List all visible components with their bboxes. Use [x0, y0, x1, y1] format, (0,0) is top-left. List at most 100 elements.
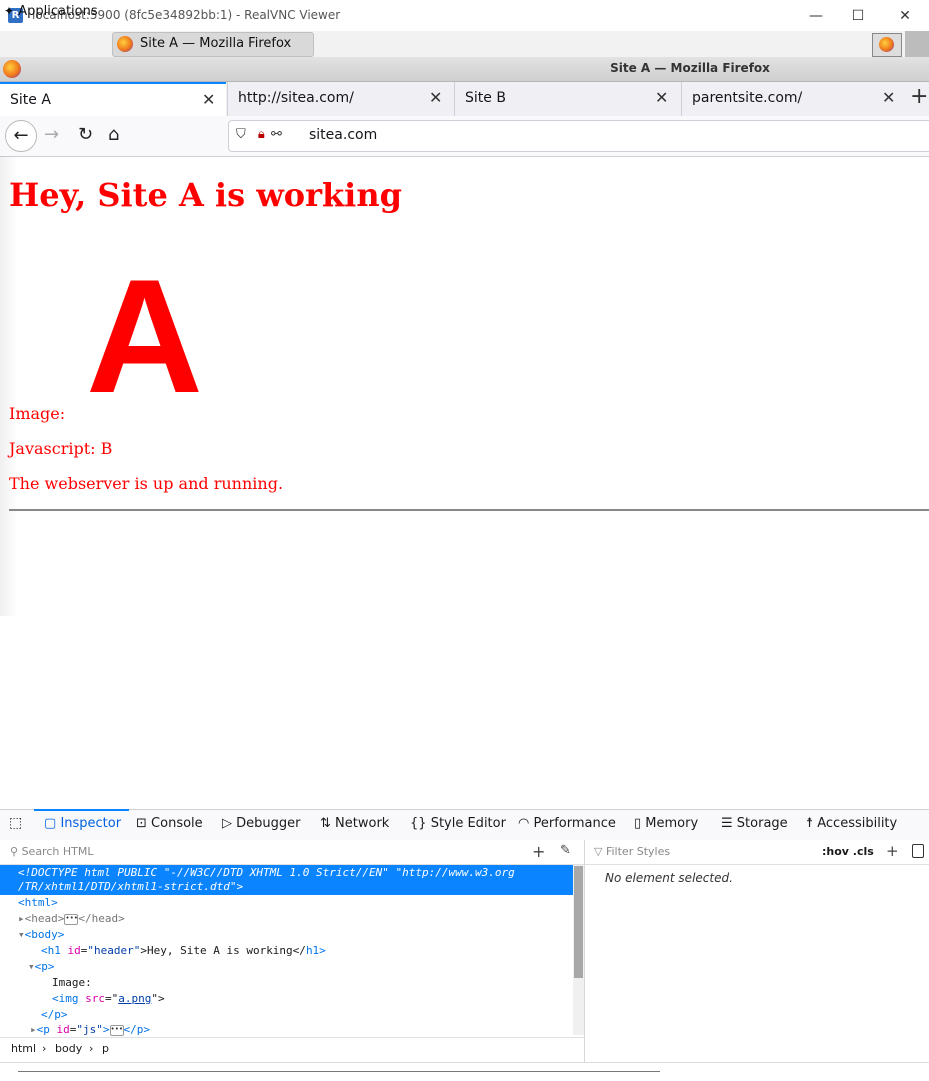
filter-styles-input[interactable]: ▽ Filter Styles [594, 845, 670, 858]
tag-text: </p> [123, 1023, 151, 1036]
new-tab-button[interactable]: + [910, 84, 928, 109]
memory-icon: ▯ [634, 816, 642, 831]
collapsed-ellipsis-icon[interactable]: ••• [109, 1024, 124, 1036]
markup-scrollbar-thumb[interactable] [574, 866, 583, 978]
devtools-tab-debugger[interactable]: ▷ Debugger [222, 816, 301, 831]
shield-icon[interactable]: ⛉ [236, 127, 246, 142]
markup-html-node[interactable]: <html> [18, 896, 58, 909]
firefox-window-title: Site A — Mozilla Firefox [610, 61, 770, 75]
network-icon: ⇅ [320, 816, 331, 831]
tag-text: <body> [24, 928, 65, 941]
minimize-button[interactable]: — [806, 6, 826, 26]
devtools-tab-inspector[interactable]: ▢ Inspector [44, 816, 121, 831]
markup-p-close: </p> [41, 1008, 68, 1021]
tab-label: http://sitea.com/ [238, 90, 354, 106]
close-tab-icon[interactable]: ✕ [882, 88, 895, 107]
search-placeholder: Search HTML [21, 845, 94, 858]
forward-arrow-icon[interactable]: → [44, 124, 59, 145]
storage-icon: ☰ [721, 816, 733, 831]
tab-label: Inspector [60, 816, 122, 831]
site-a-image: A [86, 246, 203, 427]
attr-value-link[interactable]: a.png [118, 992, 151, 1005]
tab-label: Site B [465, 90, 506, 106]
breadcrumb-html[interactable]: html [11, 1042, 36, 1055]
close-tab-icon[interactable]: ✕ [655, 88, 668, 107]
tab-label: Memory [645, 816, 699, 831]
breadcrumb-p[interactable]: p [102, 1042, 109, 1055]
devtools-tab-style-editor[interactable]: {} Style Editor [410, 816, 506, 831]
markup-p-node[interactable]: ▾<p> [28, 960, 55, 973]
tag-text: <img [52, 992, 79, 1005]
url-text[interactable]: sitea.com [309, 127, 377, 143]
tag-text: <p> [34, 960, 55, 973]
tab-label: Performance [533, 816, 616, 831]
taskbar-firefox-label: Site A — Mozilla Firefox [140, 36, 292, 51]
applications-menu-icon: ✦ [4, 4, 15, 18]
tab-label: Storage [736, 816, 788, 831]
filter-placeholder: Filter Styles [605, 845, 671, 858]
active-tab-indicator [34, 809, 129, 811]
tag-text: <p [36, 1023, 50, 1036]
tab-site-a[interactable]: Site A ✕ [0, 82, 226, 116]
devtools-tab-storage[interactable]: ☰ Storage [721, 816, 788, 831]
reload-icon[interactable]: ↻ [78, 124, 93, 145]
tag-end: "> [151, 992, 165, 1005]
close-tab-icon[interactable]: ✕ [429, 88, 442, 107]
tag-text: </head> [78, 912, 125, 925]
tray-firefox-button[interactable] [872, 33, 902, 57]
add-rule-button[interactable]: + [886, 842, 899, 860]
collapse-arrow-icon[interactable]: ▾ [18, 928, 25, 941]
devtools-tab-console[interactable]: ⊡ Console [136, 816, 203, 831]
close-window-button[interactable]: ✕ [895, 6, 915, 26]
markup-body-node[interactable]: ▾<body> [18, 928, 64, 941]
eyedropper-icon[interactable]: ✎ [560, 843, 571, 858]
applications-menu[interactable]: ✦ Applications [4, 4, 98, 19]
print-simulation-icon[interactable] [912, 844, 924, 858]
expand-arrow-icon[interactable]: ▸ [18, 912, 25, 925]
markup-head-node[interactable]: ▸<head>•••</head> [18, 912, 125, 925]
status-text: The webserver is up and running. [9, 474, 284, 493]
close-tab-icon[interactable]: ✕ [202, 90, 215, 109]
page-heading: Hey, Site A is working [9, 176, 402, 214]
back-arrow-icon[interactable]: ← [5, 120, 37, 152]
devtools-tab-memory[interactable]: ▯ Memory [634, 816, 698, 831]
expand-arrow-icon[interactable]: ▸ [30, 1023, 37, 1036]
hov-cls-toggle[interactable]: :hov .cls [822, 845, 874, 858]
permissions-icon[interactable]: ⚯ [271, 127, 282, 142]
tab-label: Style Editor [430, 816, 506, 831]
attr-value: "header" [87, 944, 141, 957]
tab-sitea-url[interactable]: http://sitea.com/ ✕ [227, 82, 454, 116]
attr-name: src [85, 992, 105, 1005]
breadcrumb-body[interactable]: body [55, 1042, 82, 1055]
collapsed-ellipsis-icon[interactable]: ••• [64, 913, 79, 925]
add-node-button[interactable]: + [532, 842, 545, 861]
doctype-line-continued: /TR/xhtml1/DTD/xhtml1-strict.dtd"> [18, 880, 244, 893]
devtools-tab-network[interactable]: ⇅ Network [320, 816, 389, 831]
home-icon[interactable]: ⌂ [108, 124, 119, 145]
insecure-lock-icon[interactable]: 🔒︎ [258, 127, 265, 142]
markup-text-node[interactable]: Image: [52, 976, 92, 989]
devtools-tab-accessibility[interactable]: ☨ Accessibility [806, 816, 897, 831]
breadcrumb-separator-icon: › [42, 1042, 47, 1055]
debugger-icon: ▷ [222, 816, 232, 831]
firefox-icon [117, 36, 133, 52]
image-label: Image: [9, 404, 66, 423]
breadcrumb-separator-icon: › [89, 1042, 94, 1055]
firefox-icon [879, 37, 894, 52]
vnc-scrollbar[interactable] [18, 1071, 660, 1072]
tab-parentsite[interactable]: parentsite.com/ ✕ [681, 82, 908, 116]
maximize-button[interactable]: ☐ [848, 6, 868, 26]
tag-text: h1> [305, 944, 326, 957]
element-picker-icon[interactable]: ⬚ [9, 815, 22, 831]
markup-p-js-node[interactable]: ▸<p id="js">•••</p> [30, 1023, 150, 1036]
tab-label: Accessibility [817, 816, 898, 831]
search-html-input[interactable]: ⚲ Search HTML [10, 845, 93, 858]
applications-menu-label: Applications [18, 4, 98, 19]
tab-site-b[interactable]: Site B ✕ [454, 82, 681, 116]
markup-img-node[interactable]: <img src="a.png"> [52, 992, 165, 1005]
collapse-arrow-icon[interactable]: ▾ [28, 960, 35, 973]
devtools-tab-performance[interactable]: ◠ Performance [518, 816, 616, 831]
search-icon: ⚲ [10, 845, 19, 858]
tag-text: <h1 [41, 944, 61, 957]
markup-h1-node[interactable]: <h1 id="header">Hey, Site A is working</… [41, 944, 326, 957]
